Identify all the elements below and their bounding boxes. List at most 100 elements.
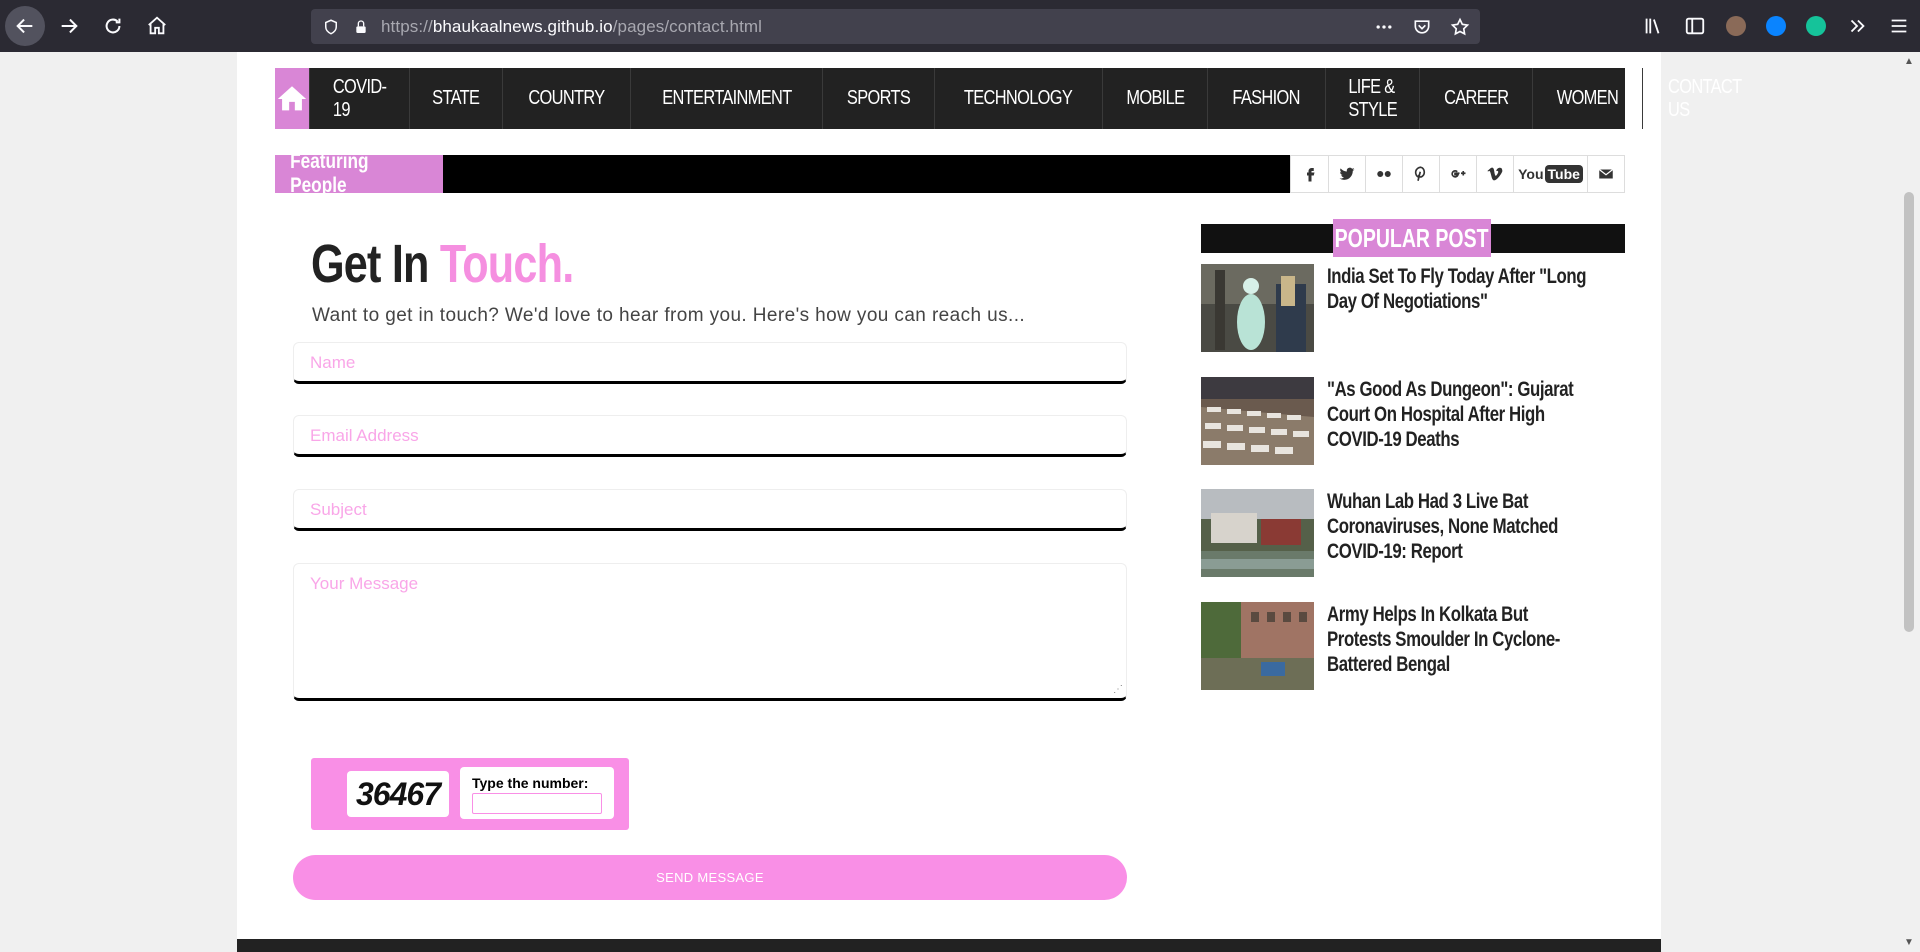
nav-label: FASHION [1232, 87, 1301, 109]
popular-post-tag: POPULAR POST [1333, 219, 1491, 257]
nav-label: WOMEN [1557, 87, 1619, 109]
popular-post-item[interactable]: Wuhan Lab Had 3 Live Bat Coronaviruses, … [1201, 489, 1625, 579]
home-button[interactable] [137, 6, 177, 46]
post-title[interactable]: "As Good As Dungeon": Gujarat Court On H… [1327, 377, 1591, 452]
nav-item-entertainment[interactable]: ENTERTAINMENT [629, 68, 823, 129]
extension-loop-icon[interactable] [1766, 16, 1786, 36]
page-container: COVID-19 STATE COUNTRY ENTERTAINMENT SPO… [237, 52, 1742, 952]
nav-item-covid[interactable]: COVID-19 [309, 68, 409, 129]
reload-button[interactable] [93, 6, 133, 46]
captcha-code: 36467 [347, 771, 449, 817]
ticker-label: Featuring People [275, 150, 443, 197]
nav-label: COUNTRY [528, 87, 605, 109]
address-bar[interactable]: https://bhaukaalnews.github.io/pages/con… [311, 9, 1480, 44]
post-title[interactable]: Wuhan Lab Had 3 Live Bat Coronaviruses, … [1327, 489, 1591, 564]
facebook-icon[interactable] [1291, 156, 1328, 192]
popular-post-header: POPULAR POST [1201, 219, 1625, 257]
nav-label: STATE [432, 87, 480, 109]
bookmark-star-icon[interactable] [1450, 17, 1470, 37]
email-field[interactable]: Email Address [293, 415, 1127, 457]
name-field[interactable]: Name [293, 342, 1127, 384]
home-icon [277, 85, 307, 110]
main-navigation: COVID-19 STATE COUNTRY ENTERTAINMENT SPO… [275, 68, 1742, 129]
popular-post-item[interactable]: India Set To Fly Today After "Long Day O… [1201, 264, 1625, 354]
email-placeholder: Email Address [310, 426, 419, 445]
ticker-label-text: Featuring People [290, 150, 369, 197]
nav-label: COVID-19 [332, 75, 387, 121]
youtube-icon[interactable]: You Tube [1513, 156, 1587, 192]
pinterest-icon[interactable] [1402, 156, 1439, 192]
twitter-icon[interactable] [1328, 156, 1365, 192]
nav-label: TECHNOLOGY [964, 87, 1073, 109]
subject-placeholder: Subject [310, 500, 367, 519]
nav-item-mobile[interactable]: MOBILE [1101, 68, 1208, 129]
post-title[interactable]: Army Helps In Kolkata But Protests Smoul… [1327, 602, 1591, 677]
google-plus-icon[interactable] [1439, 156, 1476, 192]
post-title[interactable]: India Set To Fly Today After "Long Day O… [1327, 264, 1591, 314]
url-path: /pages/contact.html [612, 16, 763, 36]
popular-post-item[interactable]: Army Helps In Kolkata But Protests Smoul… [1201, 602, 1625, 692]
lock-icon[interactable] [351, 17, 371, 37]
overflow-chevron-icon[interactable] [1846, 15, 1868, 37]
nav-label: ENTERTAINMENT [661, 87, 792, 109]
scroll-up-icon[interactable]: ▲ [1904, 56, 1914, 67]
forward-button[interactable] [49, 6, 89, 46]
title-part-pink: Touch. [439, 234, 574, 294]
vimeo-icon[interactable] [1476, 156, 1513, 192]
url-text[interactable]: https://bhaukaalnews.github.io/pages/con… [381, 17, 762, 37]
pocket-icon[interactable] [1412, 17, 1432, 37]
mail-icon[interactable] [1587, 156, 1624, 192]
grammarly-icon[interactable] [1806, 16, 1826, 36]
nav-label: SPORTS [847, 87, 911, 109]
send-message-button[interactable]: SEND MESSAGE [293, 855, 1127, 900]
nav-item-career[interactable]: CAREER [1418, 68, 1533, 129]
menu-icon[interactable] [1888, 15, 1910, 37]
reload-icon [105, 18, 121, 34]
youtube-you-text: You [1518, 166, 1544, 182]
back-button[interactable] [5, 6, 45, 46]
arrow-left-icon [16, 18, 33, 34]
popular-post-heading: POPULAR POST [1335, 222, 1489, 253]
nav-item-state[interactable]: STATE [409, 68, 502, 129]
captcha-answer-box: Type the number: [460, 767, 614, 819]
sidebar-icon[interactable] [1684, 15, 1706, 37]
scroll-down-icon[interactable]: ▼ [1904, 937, 1914, 948]
post-thumbnail[interactable] [1201, 489, 1314, 577]
nav-item-contact-us[interactable]: CONTACT US [1642, 68, 1766, 129]
subject-field[interactable]: Subject [293, 489, 1127, 531]
nav-label: MOBILE [1125, 87, 1185, 109]
resize-grip-icon[interactable]: ⋰ [1113, 685, 1123, 695]
more-actions-icon[interactable] [1374, 17, 1394, 37]
nav-item-sports[interactable]: SPORTS [822, 68, 934, 129]
url-host: bhaukaalnews.github.io [432, 16, 613, 36]
nav-item-technology[interactable]: TECHNOLOGY [934, 68, 1101, 129]
page-viewport: COVID-19 STATE COUNTRY ENTERTAINMENT SPO… [0, 52, 1898, 952]
footer-band [237, 939, 1661, 952]
scrollbar-thumb[interactable] [1904, 192, 1914, 632]
extension-avatar-icon[interactable] [1726, 16, 1746, 36]
shield-icon[interactable] [321, 17, 341, 37]
captcha-widget: 36467 Type the number: [311, 758, 629, 830]
title-part-dark: Get In [311, 234, 429, 294]
page-title: Get In Touch. [311, 233, 639, 295]
library-icon[interactable] [1642, 15, 1664, 37]
nav-item-fashion[interactable]: FASHION [1207, 68, 1324, 129]
post-thumbnail[interactable] [1201, 377, 1314, 465]
social-links: You Tube [1290, 155, 1625, 193]
post-thumbnail[interactable] [1201, 264, 1314, 352]
youtube-tube-text: Tube [1544, 165, 1583, 183]
captcha-input[interactable] [472, 793, 602, 814]
nav-item-life-style[interactable]: LIFE & STYLE [1324, 68, 1419, 129]
featuring-ticker: Featuring People You Tube [275, 150, 1625, 197]
page-scrollbar[interactable]: ▲ ▼ [1898, 52, 1920, 952]
nav-home[interactable] [275, 68, 309, 129]
message-field[interactable]: Your Message ⋰ [293, 563, 1127, 701]
url-prefix: https:// [381, 16, 433, 36]
nav-label: CAREER [1443, 87, 1509, 109]
flickr-icon[interactable] [1365, 156, 1402, 192]
nav-item-country[interactable]: COUNTRY [501, 68, 630, 129]
popular-post-item[interactable]: "As Good As Dungeon": Gujarat Court On H… [1201, 377, 1625, 467]
home-icon [148, 16, 166, 35]
post-thumbnail[interactable] [1201, 602, 1314, 690]
nav-item-women[interactable]: WOMEN [1532, 68, 1642, 129]
